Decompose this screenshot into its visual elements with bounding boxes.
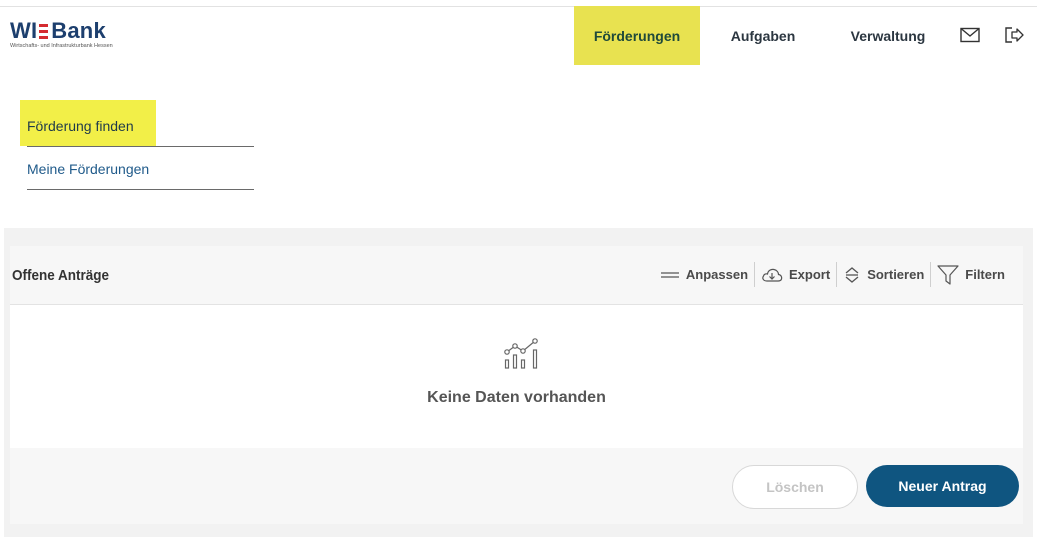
export-label: Export <box>789 267 831 282</box>
adjust-lines-icon <box>660 270 680 280</box>
nav-foerderungen[interactable]: Förderungen <box>574 6 700 65</box>
logo-subtitle: Wirtschafts- und Infrastrukturbank Hesse… <box>10 43 113 49</box>
neuer-antrag-button[interactable]: Neuer Antrag <box>866 465 1019 507</box>
empty-state-text: Keine Daten vorhanden <box>427 389 606 406</box>
nav-verwaltung[interactable]: Verwaltung <box>840 6 936 65</box>
logout-icon[interactable] <box>1004 26 1024 44</box>
anpassen-button[interactable]: Anpassen <box>654 262 754 287</box>
subnav-divider <box>27 146 254 147</box>
filtern-label: Filtern <box>965 267 1005 282</box>
logo-bars-icon <box>39 23 49 39</box>
panel-footer: Löschen Neuer Antrag <box>10 448 1023 524</box>
subnav-divider <box>27 189 254 190</box>
panel-title: Offene Anträge <box>12 267 110 284</box>
logo-wordmark: WI Bank <box>10 20 113 42</box>
mail-icon[interactable] <box>960 26 980 44</box>
sortieren-button[interactable]: Sortieren <box>837 262 930 287</box>
subnav-foerderung-finden[interactable]: Förderung finden <box>27 118 134 134</box>
sort-icon <box>843 266 861 284</box>
filtern-button[interactable]: Filtern <box>931 262 1011 287</box>
filter-icon <box>937 264 959 285</box>
anpassen-label: Anpassen <box>685 267 749 282</box>
sortieren-label: Sortieren <box>867 267 925 282</box>
chart-empty-icon <box>503 338 543 377</box>
logo-part-bank: Bank <box>51 18 106 43</box>
panel-header: Offene Anträge Anpassen Export Sortieren… <box>10 246 1023 305</box>
logo[interactable]: WI Bank Wirtschafts- und Infrastrukturba… <box>10 20 113 50</box>
subnav-meine-foerderungen[interactable]: Meine Förderungen <box>27 161 149 177</box>
panel-toolbar: Anpassen Export Sortieren Filtern <box>654 262 1011 287</box>
loeschen-button[interactable]: Löschen <box>732 465 858 509</box>
nav-aufgaben[interactable]: Aufgaben <box>718 6 808 65</box>
logo-part-wi: WI <box>10 18 38 43</box>
export-button[interactable]: Export <box>755 262 836 287</box>
offene-antraege-panel: Offene Anträge Anpassen Export Sortieren… <box>10 246 1023 524</box>
cloud-download-icon <box>761 267 783 283</box>
